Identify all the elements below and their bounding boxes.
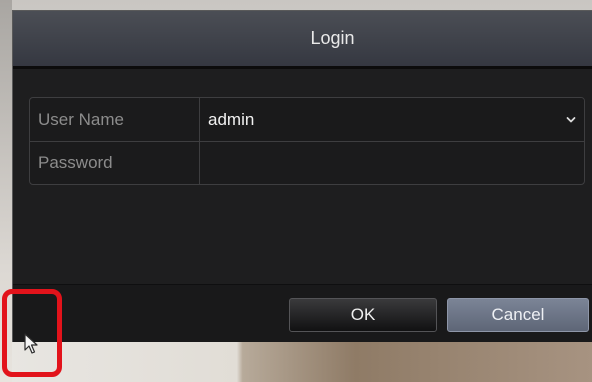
login-dialog: Login User Name admin Password OK Cancel: [12, 10, 592, 342]
chevron-down-icon[interactable]: [564, 113, 578, 127]
user-name-select[interactable]: admin: [200, 98, 584, 141]
ok-button[interactable]: OK: [289, 298, 437, 332]
login-form: User Name admin Password: [29, 97, 585, 185]
user-name-row: User Name admin: [30, 98, 584, 141]
cancel-button[interactable]: Cancel: [447, 298, 589, 332]
user-name-label: User Name: [30, 98, 200, 141]
mouse-pointer-icon: [23, 333, 39, 355]
dialog-title: Login: [310, 28, 355, 48]
password-field[interactable]: [200, 142, 584, 184]
login-titlebar: Login: [13, 11, 592, 69]
password-label: Password: [30, 142, 200, 184]
user-name-value: admin: [208, 109, 255, 129]
dialog-footer: OK Cancel: [13, 284, 592, 342]
password-row: Password: [30, 141, 584, 184]
